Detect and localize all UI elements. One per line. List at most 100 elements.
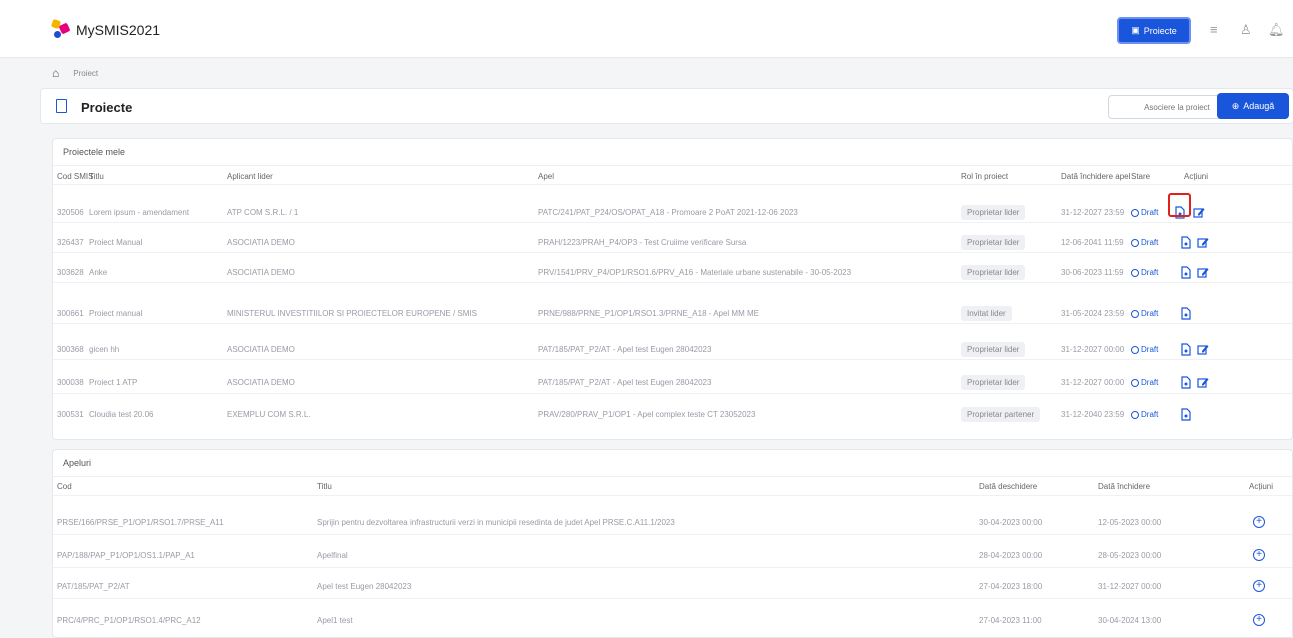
edit-icon[interactable] (1197, 236, 1209, 249)
cell-aplicant: ASOCIATIA DEMO (227, 268, 295, 277)
cell-inchidere: 28-05-2023 00:00 (1098, 551, 1162, 560)
highlight-box (1168, 193, 1191, 217)
cell-deschidere: 27-04-2023 18:00 (979, 582, 1043, 591)
role-badge: Invitat lider (961, 306, 1012, 321)
view-document-icon[interactable] (1180, 266, 1192, 279)
cell-cod: PAT/185/PAT_P2/AT (57, 582, 130, 591)
add-circle-icon[interactable]: + (1253, 516, 1265, 528)
status-badge: Draft (1131, 309, 1158, 318)
add-circle-icon[interactable]: + (1253, 549, 1265, 561)
status-badge: Draft (1131, 268, 1158, 277)
cell-apel: PRV/1541/PRV_P4/OP1/RSO1.6/PRV_A16 - Mat… (538, 268, 852, 277)
add-circle-icon[interactable]: + (1253, 580, 1265, 592)
cell-titlu: Proiect manual (89, 309, 143, 318)
cell-aplicant: ASOCIATIA DEMO (227, 378, 295, 387)
projects-table: Proiectele mele Cod SMIS Titlu Aplicant … (52, 138, 1293, 440)
cell-cod: 300531 (57, 410, 84, 419)
menu-icon[interactable]: ≡ (1210, 22, 1218, 37)
cell-apel: PRAH/1223/PRAH_P4/OP3 - Test Cruiime ver… (538, 238, 747, 247)
cell-cod: PRC/4/PRC_P1/OP1/RSO1.4/PRC_A12 (57, 616, 201, 625)
col-cod-smis[interactable]: Cod SMIS (57, 172, 93, 181)
status-label: Draft (1141, 238, 1159, 247)
cell-deschidere: 27-04-2023 11:00 (979, 616, 1042, 625)
col-titlu[interactable]: Titlu (89, 172, 104, 181)
role-badge: Proprietar lider (961, 265, 1026, 280)
cell-cod: PRSE/166/PRSE_P1/OP1/RSO1.7/PRSE_A11 (57, 518, 224, 527)
cell-aplicant: ATP COM S.R.L. / 1 (227, 208, 299, 217)
plus-circle-icon: ⊕ (1231, 100, 1240, 111)
role-badge: Proprietar partener (961, 407, 1041, 422)
col-cod[interactable]: Cod (57, 482, 72, 491)
cell-data: 12-06-2041 11:59 (1061, 238, 1124, 247)
status-badge: Draft (1131, 208, 1158, 217)
cell-cod: 300368 (57, 345, 84, 354)
cell-titlu: Apel1 test (317, 616, 353, 625)
cell-titlu: gicen hh (89, 345, 120, 354)
col-stare[interactable]: Stare (1131, 172, 1150, 181)
cell-cod: 300038 (57, 378, 84, 387)
edit-icon[interactable] (1197, 376, 1209, 389)
cell-titlu: Lorem ipsum - amendament (89, 208, 190, 217)
cell-apel: PAT/185/PAT_P2/AT - Apel test Eugen 2804… (538, 345, 712, 354)
status-label: Draft (1141, 268, 1159, 277)
cell-deschidere: 30-04-2023 00:00 (979, 518, 1043, 527)
add-button-label: Adaugă (1243, 101, 1275, 111)
add-circle-icon[interactable]: + (1253, 614, 1265, 626)
page-icon (56, 99, 67, 113)
role-badge: Proprietar lider (961, 205, 1026, 220)
proiecte-button[interactable]: ▣ Proiecte (1117, 17, 1191, 44)
notification-icon[interactable]: 🔔︎ (1268, 22, 1285, 38)
view-document-icon[interactable] (1180, 236, 1192, 249)
home-icon[interactable]: ⌂ (52, 66, 59, 80)
cell-aplicant: EXEMPLU COM S.R.L. (227, 410, 311, 419)
proiecte-button-label: Proiecte (1143, 25, 1177, 36)
col-data-inchidere[interactable]: Dată închidere (1098, 482, 1150, 491)
view-document-icon[interactable] (1180, 343, 1192, 356)
col-rol[interactable]: Rol în proiect (961, 172, 1008, 181)
status-label: Draft (1141, 208, 1159, 217)
cell-titlu: Apel test Eugen 28042023 (317, 582, 412, 591)
page-header: Proiecte Asociere la proiect ⊕ Adaugă (40, 88, 1293, 124)
view-document-icon[interactable] (1180, 376, 1192, 389)
role-badge: Proprietar lider (961, 342, 1026, 357)
breadcrumb: ⌂ Proiect (52, 66, 98, 80)
status-badge: Draft (1131, 410, 1158, 419)
cell-cod: 326437 (57, 238, 84, 247)
col-actiuni: Acțiuni (1249, 482, 1274, 491)
projects-section-title: Proiectele mele (63, 147, 126, 157)
edit-icon[interactable] (1193, 206, 1205, 219)
cell-data: 31-12-2040 23:59 (1061, 410, 1125, 419)
add-button[interactable]: ⊕ Adaugă (1217, 93, 1289, 119)
col-titlu[interactable]: Titlu (317, 482, 332, 491)
cell-deschidere: 28-04-2023 00:00 (979, 551, 1043, 560)
cell-titlu: Sprijin pentru dezvoltarea infrastructur… (317, 518, 675, 527)
cell-cod: 320506 (57, 208, 84, 217)
app-logo (50, 18, 71, 38)
col-apel[interactable]: Apel (538, 172, 554, 181)
cell-aplicant: ASOCIATIA DEMO (227, 238, 295, 247)
view-document-icon[interactable] (1180, 307, 1192, 320)
col-data-deschidere[interactable]: Dată deschidere (979, 482, 1037, 491)
edit-icon[interactable] (1197, 266, 1209, 279)
role-badge: Proprietar lider (961, 375, 1026, 390)
cell-apel: PRNE/988/PRNE_P1/OP1/RSO1.3/PRNE_A18 - A… (538, 309, 759, 318)
cell-apel: PATC/241/PAT_P24/OS/OPAT_A18 - Promoare … (538, 208, 798, 217)
user-icon[interactable]: ♙ (1240, 22, 1252, 38)
cell-data: 31-05-2024 23:59 (1061, 309, 1125, 318)
cell-apel: PRAV/280/PRAV_P1/OP1 - Apel complex test… (538, 410, 756, 419)
cell-titlu: Apelfinal (317, 551, 348, 560)
cell-titlu: Anke (89, 268, 108, 277)
breadcrumb-current[interactable]: Proiect (73, 69, 98, 78)
col-aplicant[interactable]: Aplicant lider (227, 172, 273, 181)
cell-data: 31-12-2027 23:59 (1061, 208, 1125, 217)
cell-cod: PAP/188/PAP_P1/OP1/OS1.1/PAP_A1 (57, 551, 195, 560)
cell-data: 31-12-2027 00:00 (1061, 345, 1125, 354)
document-icon: ▣ (1131, 25, 1140, 35)
cell-inchidere: 12-05-2023 00:00 (1098, 518, 1162, 527)
top-bar: MySMIS2021 ▣ Proiecte ≡ ♙ 🔔︎ (0, 0, 1293, 58)
view-document-icon[interactable] (1180, 408, 1192, 421)
page-title: Proiecte (81, 100, 133, 115)
col-data-inchidere[interactable]: Dată închidere apel (1061, 172, 1130, 181)
status-label: Draft (1141, 410, 1159, 419)
edit-icon[interactable] (1197, 343, 1209, 356)
